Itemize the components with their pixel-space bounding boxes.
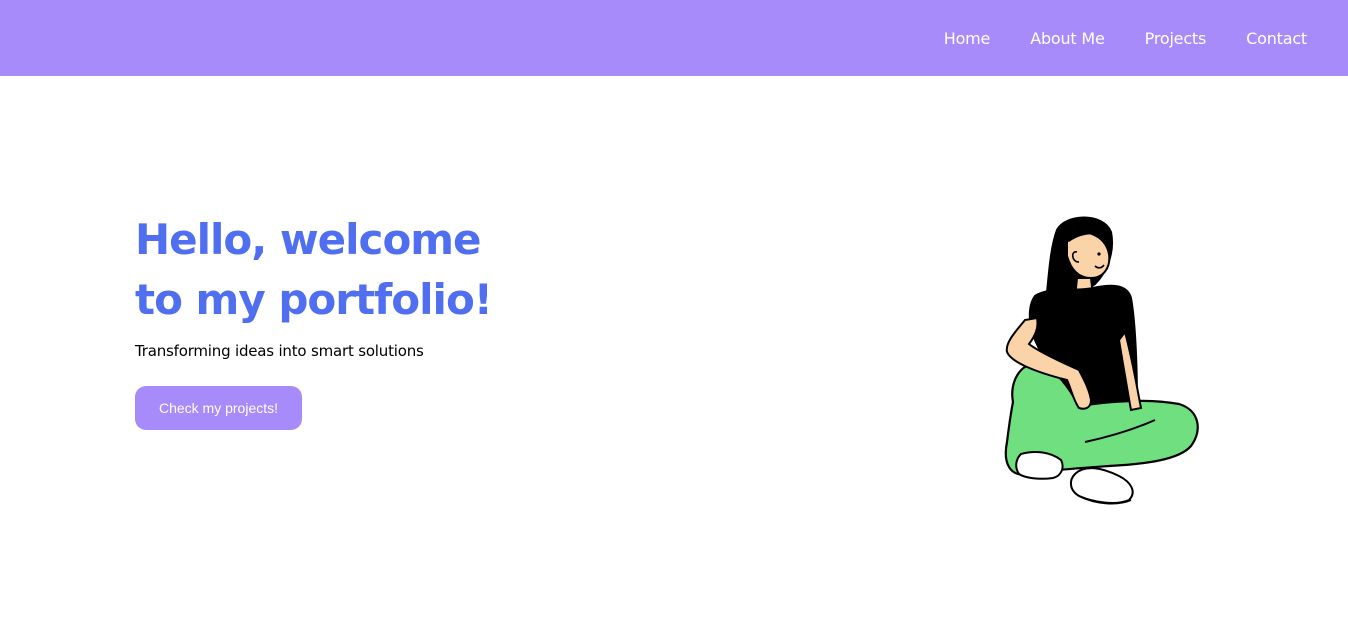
hero-title-line-1: Hello, welcome [135,215,482,264]
hero-title-line-2: to my portfolio! [135,275,493,324]
sitting-woman-icon [1004,216,1199,505]
nav-link-contact[interactable]: Contact [1246,29,1307,48]
nav-link-home[interactable]: Home [944,29,991,48]
sitting-woman-illustration [995,212,1205,508]
hero-title: Hello, welcome to my portfolio! [135,210,655,330]
top-navbar: Home About Me Projects Contact [0,0,1348,76]
nav-menu: Home About Me Projects Contact [944,0,1307,76]
nav-link-about-me[interactable]: About Me [1030,29,1105,48]
nav-link-projects[interactable]: Projects [1145,29,1207,48]
hero-subtitle: Transforming ideas into smart solutions [135,342,424,360]
hero-section: Hello, welcome to my portfolio! Transfor… [135,210,655,430]
check-projects-button[interactable]: Check my projects! [135,386,302,430]
